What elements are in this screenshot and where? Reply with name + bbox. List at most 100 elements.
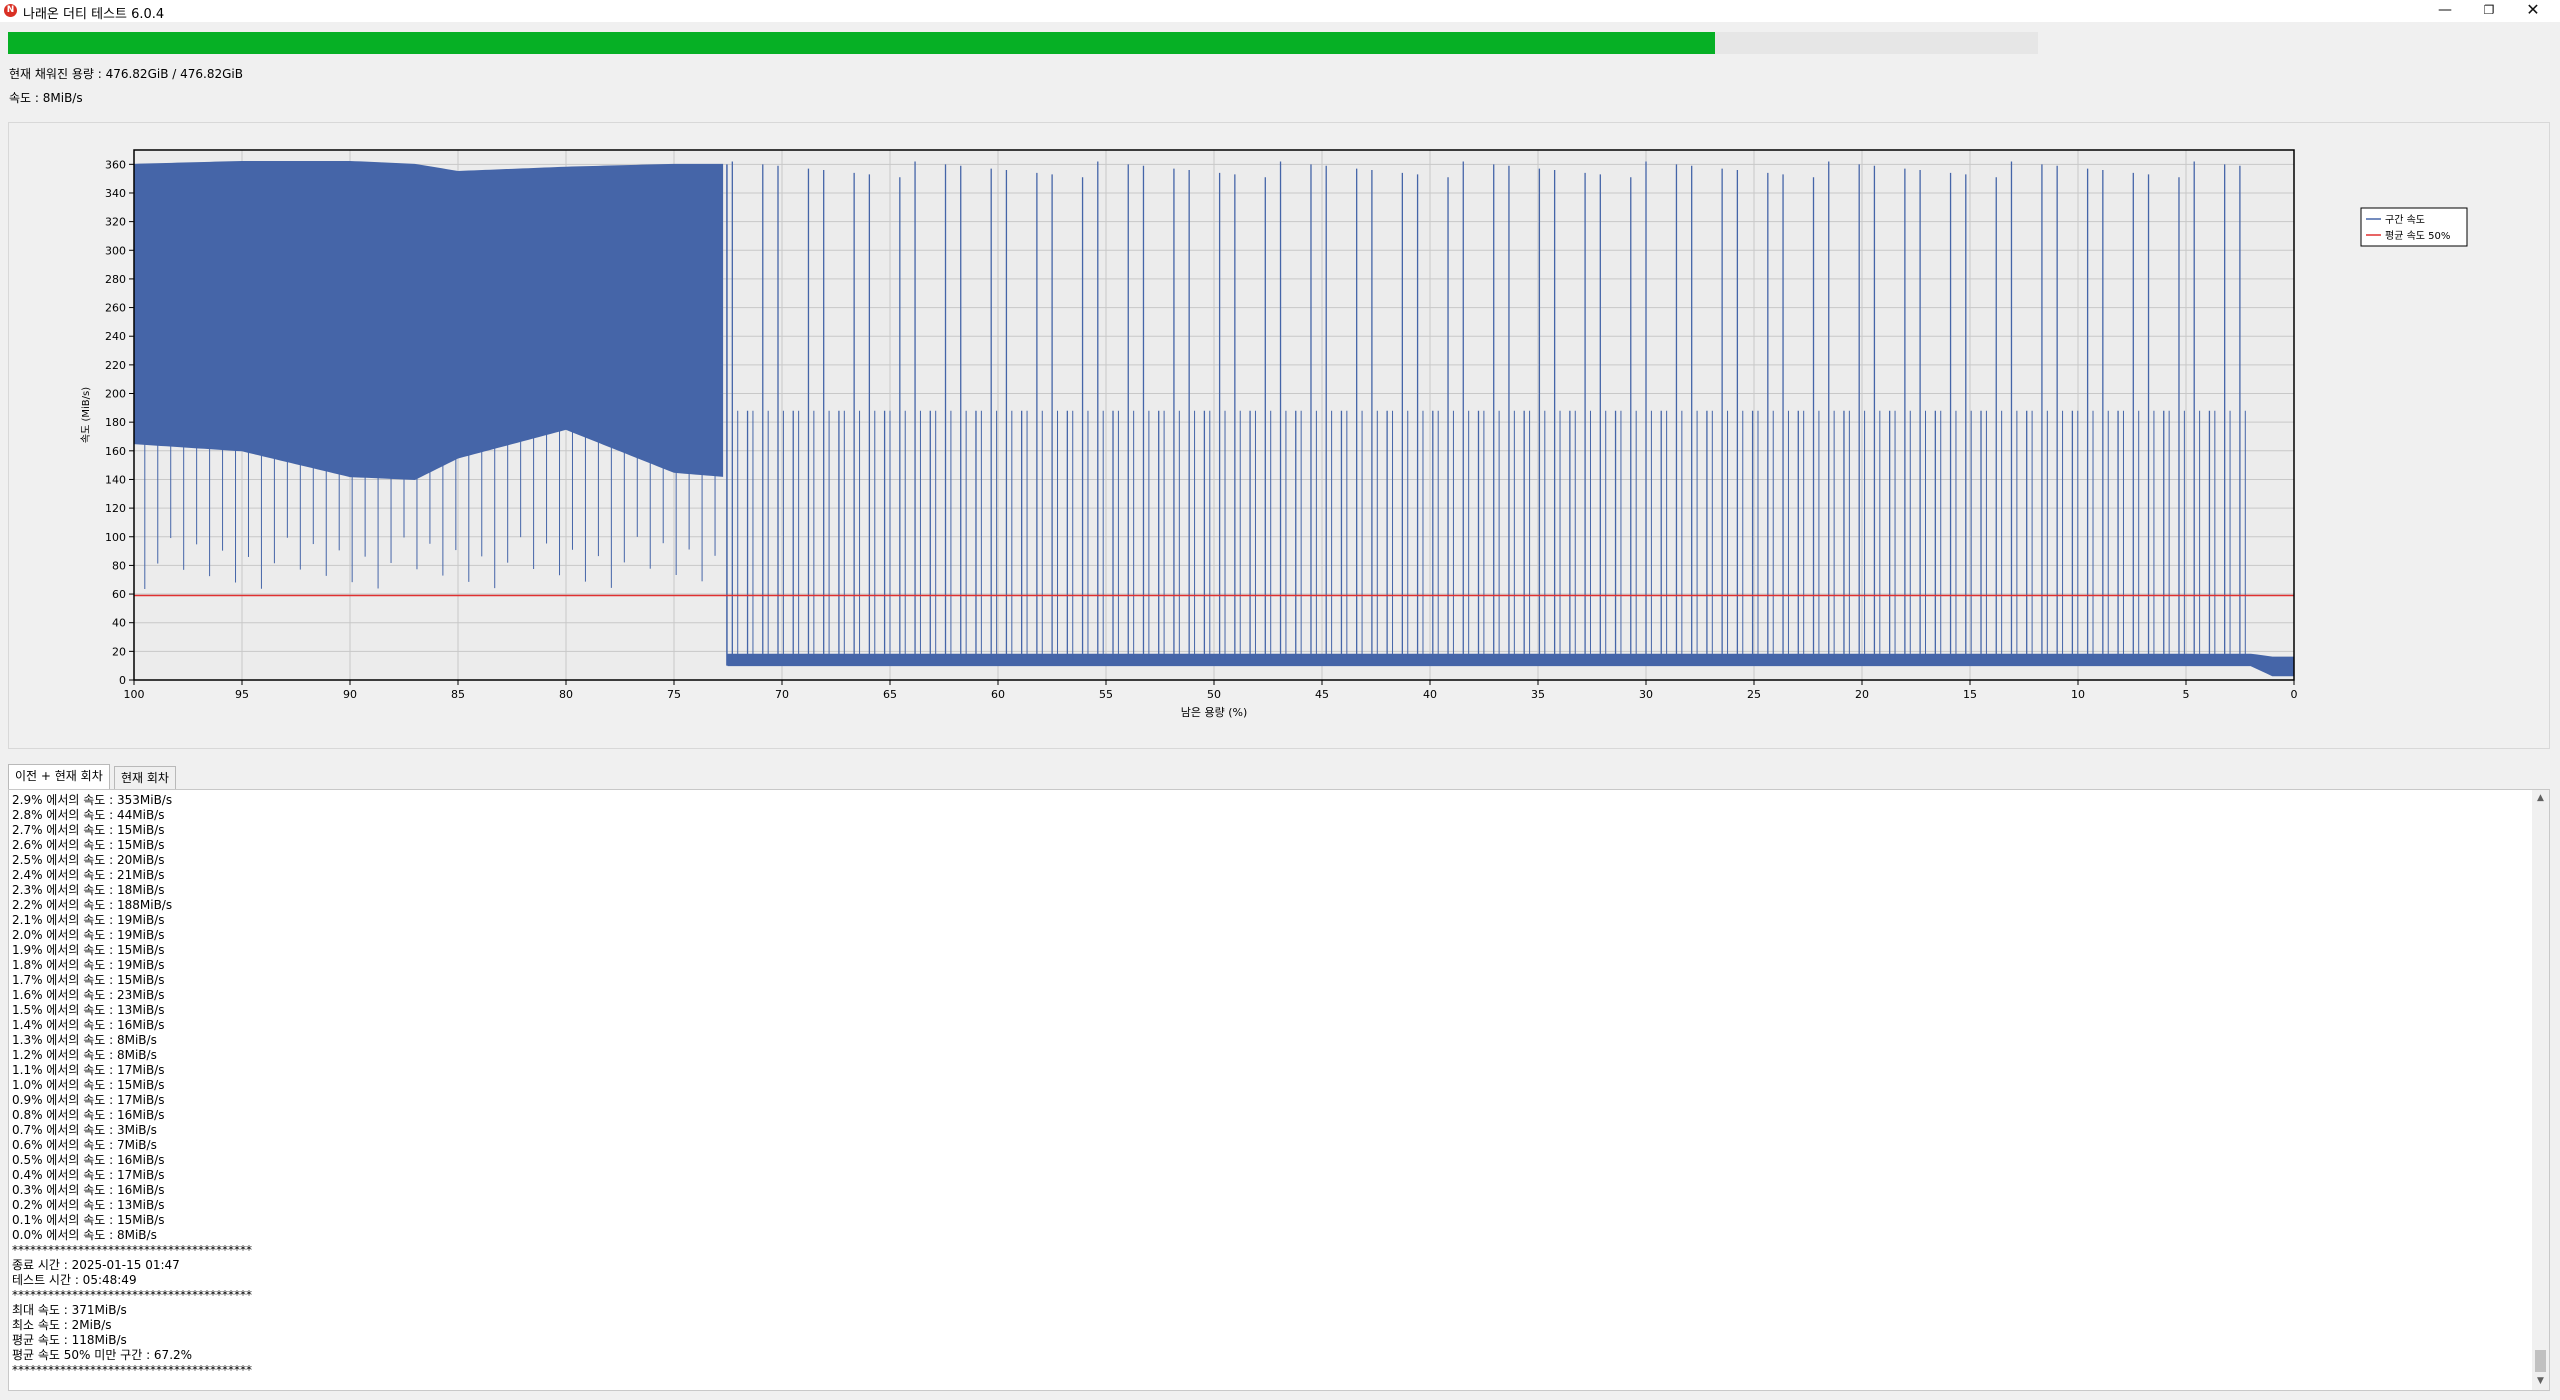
log-line: 1.2% 에서의 속도 : 8MiB/s <box>12 1048 157 1062</box>
y-tick-label: 160 <box>105 445 126 458</box>
log-line: 1.9% 에서의 속도 : 15MiB/s <box>12 943 165 957</box>
log-line: 0.2% 에서의 속도 : 13MiB/s <box>12 1198 165 1212</box>
restore-icon[interactable]: ❐ <box>2467 0 2511 22</box>
log-line: 0.9% 에서의 속도 : 17MiB/s <box>12 1093 165 1107</box>
scroll-up-icon[interactable]: ▲ <box>2532 790 2549 807</box>
x-tick-label: 75 <box>667 688 681 701</box>
log-line: **************************************** <box>12 1243 252 1257</box>
y-tick-label: 200 <box>105 388 126 401</box>
x-tick-label: 65 <box>883 688 897 701</box>
x-tick-label: 90 <box>343 688 357 701</box>
x-tick-label: 10 <box>2071 688 2085 701</box>
log-output[interactable]: 2.9% 에서의 속도 : 353MiB/s 2.8% 에서의 속도 : 44Mi… <box>8 789 2550 1391</box>
log-line: 2.4% 에서의 속도 : 21MiB/s <box>12 868 165 882</box>
log-lines: 2.9% 에서의 속도 : 353MiB/s 2.8% 에서의 속도 : 44Mi… <box>12 793 252 1378</box>
log-line: 2.1% 에서의 속도 : 19MiB/s <box>12 913 165 927</box>
y-axis-label: 속도 (MiB/s) <box>80 387 92 443</box>
speed-band-high <box>133 160 724 480</box>
y-tick-label: 100 <box>105 531 126 544</box>
y-tick-label: 20 <box>112 645 126 658</box>
x-tick-label: 85 <box>451 688 465 701</box>
log-line: 최대 속도 : 371MiB/s <box>12 1303 127 1317</box>
log-line: **************************************** <box>12 1363 252 1377</box>
log-line: 2.0% 에서의 속도 : 19MiB/s <box>12 928 165 942</box>
log-line: 1.1% 에서의 속도 : 17MiB/s <box>12 1063 165 1077</box>
log-line: 0.6% 에서의 속도 : 7MiB/s <box>12 1138 157 1152</box>
y-tick-label: 60 <box>112 588 126 601</box>
log-line: 2.3% 에서의 속도 : 18MiB/s <box>12 883 165 897</box>
scroll-down-icon[interactable]: ▼ <box>2532 1373 2549 1390</box>
log-line: 2.9% 에서의 속도 : 353MiB/s <box>12 793 173 807</box>
app-logo-icon: N <box>4 4 17 17</box>
log-line: 0.7% 에서의 속도 : 3MiB/s <box>12 1123 157 1137</box>
y-tick-label: 0 <box>119 674 126 687</box>
tab-previous-and-current[interactable]: 이전 + 현재 회차 <box>8 764 110 789</box>
speed-chart-panel: 0 20 40 60 80 100 120 140 160 180 200 220 240 260 280 3… <box>8 122 2550 749</box>
test-progress-bar <box>8 32 2038 54</box>
current-speed-text: 속도 : 8MiB/s <box>9 91 83 105</box>
scroll-thumb[interactable] <box>2535 1350 2546 1372</box>
y-tick-label: 180 <box>105 416 126 429</box>
x-tick-label: 30 <box>1639 688 1653 701</box>
log-line: 0.0% 에서의 속도 : 8MiB/s <box>12 1228 157 1242</box>
y-tick-label: 140 <box>105 473 126 486</box>
log-line: 평균 속도 50% 미만 구간 : 67.2% <box>12 1348 193 1362</box>
x-tick-label: 60 <box>991 688 1005 701</box>
log-line: 테스트 시간 : 05:48:49 <box>12 1273 137 1287</box>
legend-label-average: 평균 속도 50% <box>2385 230 2450 242</box>
y-tick-label: 80 <box>112 559 126 572</box>
log-line: 최소 속도 : 2MiB/s <box>12 1318 112 1332</box>
x-tick-label: 35 <box>1531 688 1545 701</box>
log-line: 0.4% 에서의 속도 : 17MiB/s <box>12 1168 165 1182</box>
y-tick-label: 320 <box>105 216 126 229</box>
log-line: 1.5% 에서의 속도 : 13MiB/s <box>12 1003 165 1017</box>
x-tick-label: 80 <box>559 688 573 701</box>
y-tick-label: 240 <box>105 330 126 343</box>
log-line: 1.7% 에서의 속도 : 15MiB/s <box>12 973 165 987</box>
x-tick-label: 5 <box>2183 688 2190 701</box>
log-scrollbar[interactable]: ▲ ▼ <box>2532 790 2549 1390</box>
log-line: 1.4% 에서의 속도 : 16MiB/s <box>12 1018 165 1032</box>
x-tick-label: 70 <box>775 688 789 701</box>
log-line: 2.8% 에서의 속도 : 44MiB/s <box>12 808 165 822</box>
log-line: 2.5% 에서의 속도 : 20MiB/s <box>12 853 165 867</box>
log-line: 1.6% 에서의 속도 : 23MiB/s <box>12 988 165 1002</box>
log-line: 0.3% 에서의 속도 : 16MiB/s <box>12 1183 165 1197</box>
y-tick-label: 300 <box>105 244 126 257</box>
filled-capacity-text: 현재 채워진 용량 : 476.82GiB / 476.82GiB <box>9 67 243 81</box>
y-tick-label: 120 <box>105 502 126 515</box>
x-tick-label: 20 <box>1855 688 1869 701</box>
progress-fill <box>8 32 1716 54</box>
y-tick-label: 340 <box>105 187 126 200</box>
x-tick-label: 45 <box>1315 688 1329 701</box>
close-icon[interactable]: ✕ <box>2511 0 2555 22</box>
log-line: 1.8% 에서의 속도 : 19MiB/s <box>12 958 165 972</box>
y-tick-label: 260 <box>105 302 126 315</box>
log-line: 1.3% 에서의 속도 : 8MiB/s <box>12 1033 157 1047</box>
x-axis-label: 남은 용량 (%) <box>1181 706 1248 719</box>
x-tick-label: 50 <box>1207 688 1221 701</box>
legend-label-interval: 구간 속도 <box>2385 214 2425 226</box>
x-tick-label: 0 <box>2291 688 2298 701</box>
y-tick-label: 40 <box>112 617 126 630</box>
log-line: 0.8% 에서의 속도 : 16MiB/s <box>12 1108 165 1122</box>
log-line: 0.1% 에서의 속도 : 15MiB/s <box>12 1213 165 1227</box>
tab-current-round[interactable]: 현재 회차 <box>114 766 176 789</box>
log-line: 1.0% 에서의 속도 : 15MiB/s <box>12 1078 165 1092</box>
x-tick-label: 15 <box>1963 688 1977 701</box>
title-bar: N 나래온 더티 테스트 6.0.4 — ❐ ✕ <box>0 0 2560 22</box>
x-tick-label: 55 <box>1099 688 1113 701</box>
x-tick-label: 95 <box>235 688 249 701</box>
y-tick-label: 360 <box>105 158 126 171</box>
log-line: 2.2% 에서의 속도 : 188MiB/s <box>12 898 173 912</box>
y-tick-label: 220 <box>105 359 126 372</box>
log-line: 2.6% 에서의 속도 : 15MiB/s <box>12 838 165 852</box>
minimize-icon[interactable]: — <box>2423 0 2467 22</box>
log-line: 0.5% 에서의 속도 : 16MiB/s <box>12 1153 165 1167</box>
x-tick-label: 100 <box>124 688 145 701</box>
window-title: 나래온 더티 테스트 6.0.4 <box>23 7 165 22</box>
x-tick-label: 40 <box>1423 688 1437 701</box>
log-line: 종료 시간 : 2025-01-15 01:47 <box>12 1258 180 1272</box>
speed-chart: 0204060801001201401601802002202402602803… <box>80 149 2468 719</box>
x-tick-label: 25 <box>1747 688 1761 701</box>
